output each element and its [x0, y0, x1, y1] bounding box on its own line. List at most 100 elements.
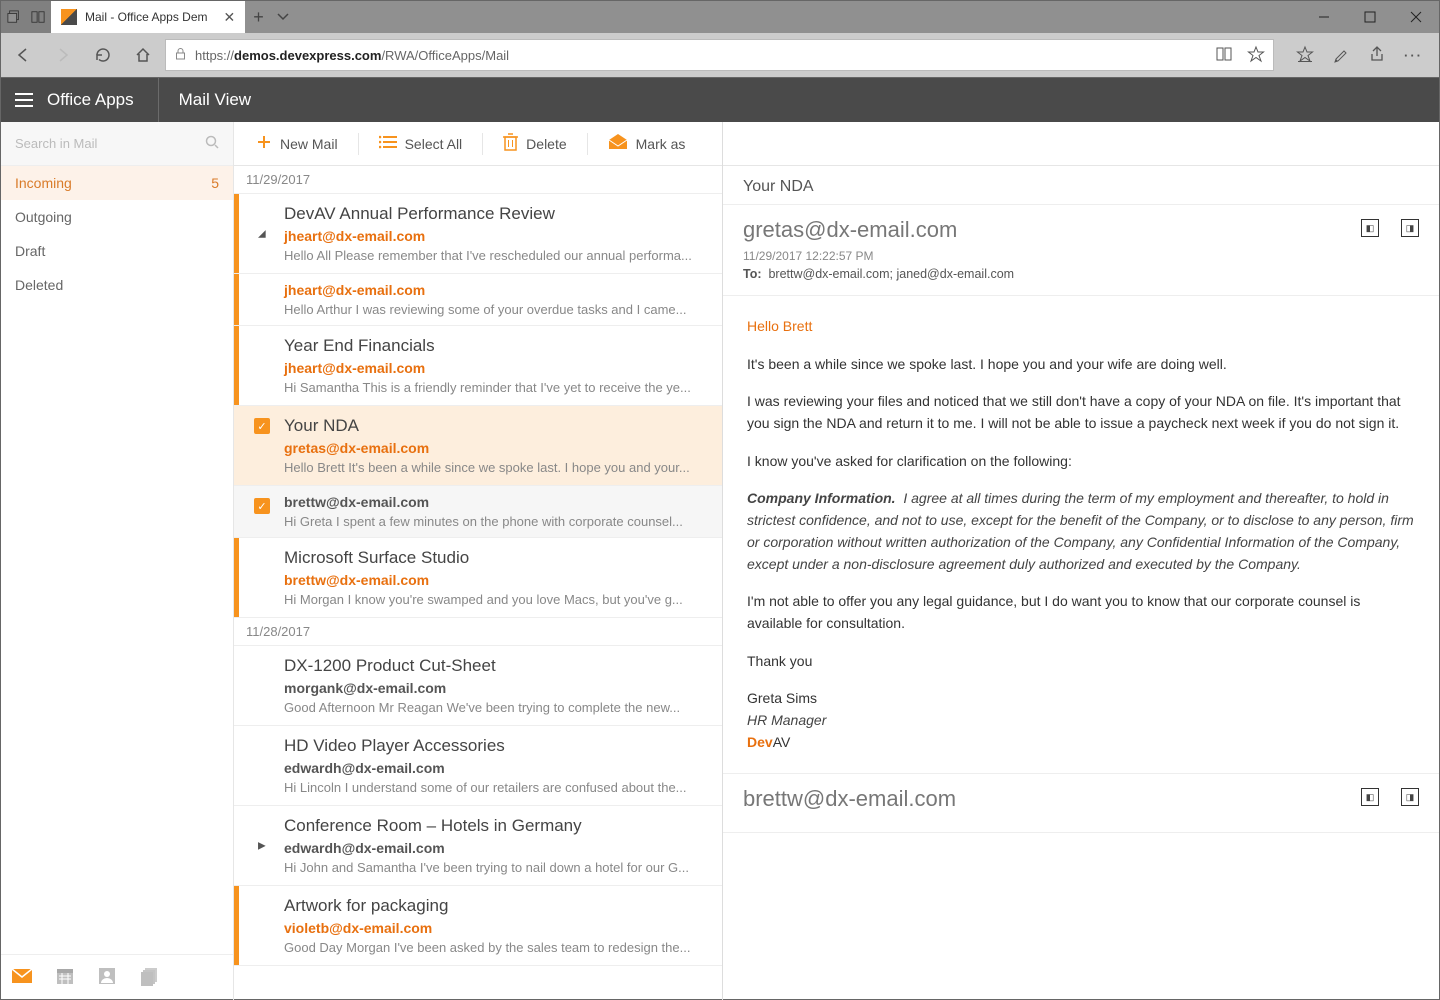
- action-icon-1[interactable]: ◧: [1361, 219, 1379, 237]
- tab-title: Mail - Office Apps Dem: [85, 10, 207, 24]
- action-icon-2[interactable]: ◨: [1401, 219, 1419, 237]
- mail-item[interactable]: ◢DevAV Annual Performance Reviewjheart@d…: [234, 194, 722, 274]
- mail-item[interactable]: HD Video Player Accessoriesedwardh@dx-em…: [234, 726, 722, 806]
- browser-nav-row: https://demos.devexpress.com/RWA/OfficeA…: [1, 33, 1439, 77]
- mail-item[interactable]: ✓Your NDAgretas@dx-email.comHello Brett …: [234, 406, 722, 486]
- tab-chevron-icon[interactable]: [276, 9, 290, 26]
- mail-item[interactable]: DX-1200 Product Cut-Sheetmorgank@dx-emai…: [234, 646, 722, 726]
- view-title: Mail View: [159, 90, 251, 110]
- reading-view-icon[interactable]: [1215, 46, 1233, 65]
- notes-icon[interactable]: [1332, 45, 1350, 66]
- mark-as-label: Mark as: [636, 136, 686, 152]
- sidebar: Incoming5OutgoingDraftDeleted: [1, 122, 234, 1000]
- app-header: Office Apps Mail View: [1, 78, 1439, 122]
- action-icon-2[interactable]: ◨: [1401, 788, 1419, 806]
- checkbox-icon[interactable]: ✓: [254, 498, 270, 514]
- mail-item[interactable]: jheart@dx-email.comHello Arthur I was re…: [234, 274, 722, 326]
- browser-toolbar-right: ···: [1278, 45, 1433, 66]
- side-by-side-icon: [31, 10, 45, 24]
- url-text: https://demos.devexpress.com/RWA/OfficeA…: [195, 48, 1207, 63]
- app-body: Incoming5OutgoingDraftDeleted New Mail S…: [1, 122, 1439, 1000]
- folder-deleted[interactable]: Deleted: [1, 268, 233, 302]
- message-from: gretas@dx-email.com: [743, 217, 1419, 243]
- checkbox-icon[interactable]: ✓: [254, 418, 270, 434]
- back-button[interactable]: [5, 37, 41, 73]
- search-container: [1, 122, 233, 166]
- message-actions: ◧ ◨: [1361, 219, 1419, 237]
- mail-item[interactable]: ▶Conference Room – Hotels in Germanyedwa…: [234, 806, 722, 886]
- expand-icon[interactable]: ▶: [258, 840, 266, 851]
- mail-list[interactable]: 11/29/2017◢DevAV Annual Performance Revi…: [234, 166, 722, 1000]
- action-icon-1[interactable]: ◧: [1361, 788, 1379, 806]
- delete-button[interactable]: Delete: [493, 128, 576, 160]
- mark-as-button[interactable]: Mark as: [598, 128, 696, 160]
- select-all-button[interactable]: Select All: [369, 128, 473, 160]
- folder-incoming[interactable]: Incoming5: [1, 166, 233, 200]
- search-input[interactable]: [15, 136, 205, 151]
- paragraph: I'm not able to offer you any legal guid…: [747, 591, 1415, 634]
- new-mail-button[interactable]: New Mail: [246, 128, 348, 160]
- delete-label: Delete: [526, 136, 566, 152]
- mail-icon[interactable]: [11, 968, 33, 987]
- more-icon[interactable]: ···: [1404, 48, 1423, 63]
- maximize-button[interactable]: [1347, 1, 1393, 33]
- reading-pane: Your NDA gretas@dx-email.com 11/29/2017 …: [723, 122, 1439, 1000]
- tab-actions: +: [245, 1, 298, 33]
- bottom-nav: [1, 954, 233, 1000]
- paragraph: Company Information. I agree at all time…: [747, 488, 1415, 575]
- message-actions: ◧ ◨: [1361, 788, 1419, 806]
- share-icon[interactable]: [1368, 45, 1386, 66]
- forward-button[interactable]: [45, 37, 81, 73]
- home-button[interactable]: [125, 37, 161, 73]
- app-title: Office Apps: [47, 78, 159, 122]
- trash-icon: [503, 133, 518, 154]
- reading-header: Your NDA: [723, 166, 1439, 205]
- lock-icon: [174, 47, 187, 63]
- mail-open-icon: [608, 134, 628, 153]
- separator: [482, 133, 483, 155]
- message-body: Hello Brett It's been a while since we s…: [723, 296, 1439, 773]
- greeting: Hello Brett: [747, 316, 1415, 338]
- collapse-icon[interactable]: ◢: [258, 228, 266, 239]
- mail-toolbar: New Mail Select All Delete Mark as: [234, 122, 722, 166]
- message-date: 11/29/2017 12:22:57 PM: [743, 249, 1419, 263]
- mail-item[interactable]: Microsoft Surface Studiobrettw@dx-email.…: [234, 538, 722, 618]
- calendar-icon[interactable]: [55, 966, 75, 989]
- select-all-label: Select All: [405, 136, 463, 152]
- contacts-icon[interactable]: [97, 966, 117, 989]
- search-icon[interactable]: [205, 135, 219, 152]
- signature: Greta Sims HR Manager DevAV: [747, 688, 1415, 753]
- refresh-button[interactable]: [85, 37, 121, 73]
- window-overlap-icons: [1, 1, 51, 33]
- favorite-star-icon[interactable]: [1247, 45, 1265, 66]
- new-tab-icon[interactable]: +: [253, 7, 264, 28]
- separator: [587, 133, 588, 155]
- date-separator: 11/28/2017: [234, 618, 722, 646]
- plus-icon: [256, 134, 272, 153]
- tab-close-icon[interactable]: ✕: [223, 9, 235, 26]
- reading-subject: Your NDA: [743, 178, 1419, 196]
- new-mail-label: New Mail: [280, 136, 338, 152]
- folder-outgoing[interactable]: Outgoing: [1, 200, 233, 234]
- folder-draft[interactable]: Draft: [1, 234, 233, 268]
- favorites-icon[interactable]: [1296, 45, 1314, 66]
- reading-toolbar: [723, 122, 1439, 166]
- browser-tab[interactable]: Mail - Office Apps Dem ✕: [51, 1, 245, 33]
- message-to: To: brettw@dx-email.com; janed@dx-email.…: [743, 267, 1419, 281]
- message-from: brettw@dx-email.com: [743, 786, 1419, 812]
- tab-favicon: [61, 9, 77, 25]
- folder-list: Incoming5OutgoingDraftDeleted: [1, 166, 233, 954]
- address-bar[interactable]: https://demos.devexpress.com/RWA/OfficeA…: [165, 39, 1274, 71]
- date-separator: 11/29/2017: [234, 166, 722, 194]
- message-header-2[interactable]: brettw@dx-email.com ◧ ◨: [723, 773, 1439, 833]
- close-window-button[interactable]: [1393, 1, 1439, 33]
- stack-icon[interactable]: [139, 966, 159, 989]
- list-icon: [379, 135, 397, 152]
- browser-chrome: Mail - Office Apps Dem ✕ + https://demos…: [1, 1, 1439, 78]
- window-controls: [1301, 1, 1439, 33]
- mail-item[interactable]: Artwork for packagingvioletb@dx-email.co…: [234, 886, 722, 966]
- menu-button[interactable]: [1, 93, 47, 107]
- minimize-button[interactable]: [1301, 1, 1347, 33]
- mail-item[interactable]: ✓brettw@dx-email.comHi Greta I spent a f…: [234, 486, 722, 538]
- mail-item[interactable]: Year End Financialsjheart@dx-email.comHi…: [234, 326, 722, 406]
